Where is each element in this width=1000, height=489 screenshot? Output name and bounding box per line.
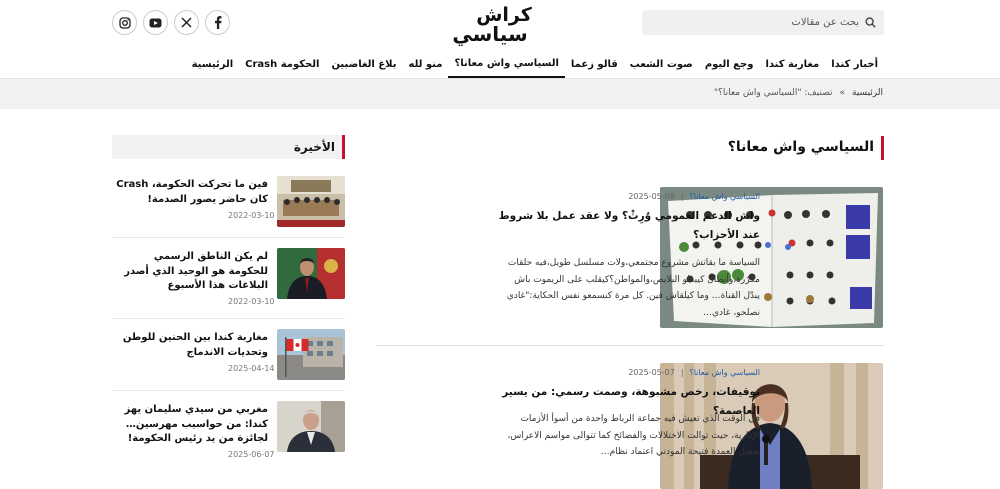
sidebar-item-2-thumb[interactable] xyxy=(277,248,345,299)
nav-item[interactable]: السياسي واش معانا؟ xyxy=(448,51,565,78)
article-1-category[interactable]: السياسي واش معانا؟ xyxy=(690,192,760,201)
sidebar-item-4-date: 2025-06-07 xyxy=(228,450,275,459)
main-nav: الرئيسية الحكومة Crash بلاغ الغاضبين منو لل… xyxy=(186,51,884,78)
sidebar-item-2-title[interactable]: لم يكن الناطق الرسمي للحكومة هو الوحيد ا… xyxy=(112,250,268,294)
nav-item[interactable]: الرئيسية xyxy=(186,51,240,78)
page-title: السياسي واش معانا؟ xyxy=(728,136,884,160)
divider xyxy=(112,318,345,319)
article-2-date: 2025-05-07 xyxy=(628,368,675,377)
nav-item[interactable]: منو لله xyxy=(403,51,449,78)
nav-item[interactable]: مغاربة كندا xyxy=(759,51,825,78)
sidebar-item-2-date: 2022-03-10 xyxy=(228,297,275,306)
article-1-excerpt: السياسة ما بقاتش مشروع مجتمعي،ولات مسلسل… xyxy=(506,258,760,318)
meta-divider: | xyxy=(680,368,684,377)
x-icon[interactable] xyxy=(174,10,199,35)
search-box[interactable] xyxy=(642,10,884,35)
article-2-meta: السياسي واش معانا؟ | 2025-05-07 xyxy=(628,368,760,377)
nav-item[interactable]: صوت الشعب xyxy=(624,51,699,78)
article-2-excerpt: في الوقت الذي تعيش فيه جماعة الرباط واحد… xyxy=(507,414,760,457)
sidebar-item-1-date: 2022-03-10 xyxy=(228,211,275,220)
article-1-meta: السياسي واش معانا؟ | 2025-05-08 xyxy=(628,192,760,201)
instagram-icon[interactable] xyxy=(112,10,137,35)
social-links xyxy=(112,10,230,35)
divider xyxy=(376,345,884,346)
nav-item[interactable]: أخبار كندا xyxy=(825,51,884,78)
nav-item[interactable]: الحكومة Crash xyxy=(239,51,325,78)
sidebar-title: الأخيرة xyxy=(294,135,345,159)
article-1-date: 2025-05-08 xyxy=(628,192,675,201)
meta-divider: | xyxy=(680,192,684,201)
nav-item[interactable]: قالو زعما xyxy=(565,51,624,78)
breadcrumb-current: تصنيف: "السياسي واش معانا؟" xyxy=(713,88,833,98)
breadcrumb-home[interactable]: الرئيسية xyxy=(852,88,883,98)
sidebar-item-3-date: 2025-04-14 xyxy=(228,364,275,373)
logo-text-2: سياسي xyxy=(452,22,527,46)
sidebar-item-4-thumb[interactable] xyxy=(277,401,345,452)
sidebar-item-1-title[interactable]: فين ما تحركت الحكومة، Crash كان حاضر يصو… xyxy=(112,178,268,207)
breadcrumb-separator: » xyxy=(839,88,845,98)
breadcrumb: الرئيسية » تصنيف: "السياسي واش معانا؟" xyxy=(714,88,883,98)
nav-item[interactable]: بلاغ الغاضبين xyxy=(325,51,402,78)
site-logo[interactable]: كراش سياسي xyxy=(440,2,548,47)
nav-item[interactable]: وجع اليوم xyxy=(699,51,760,78)
sidebar-item-3-thumb[interactable] xyxy=(277,329,345,380)
sidebar-item-1-thumb[interactable] xyxy=(277,176,345,227)
search-input[interactable] xyxy=(659,17,859,28)
sidebar-item-4-title[interactable]: مغربي من سيدي سليمان يهز كندا: من حواسيب… xyxy=(112,403,268,447)
sidebar-item-3-title[interactable]: مغاربة كندا بين الحنين للوطن وتحديات الا… xyxy=(112,331,268,360)
divider xyxy=(112,237,345,238)
article-1-title[interactable]: واش الدعم العمومي وُرِثْ؟ ولا عقد عمل بل… xyxy=(496,207,760,245)
search-icon[interactable] xyxy=(865,13,876,32)
divider xyxy=(112,390,345,391)
youtube-icon[interactable] xyxy=(143,10,168,35)
facebook-icon[interactable] xyxy=(205,10,230,35)
article-2-category[interactable]: السياسي واش معانا؟ xyxy=(690,368,760,377)
